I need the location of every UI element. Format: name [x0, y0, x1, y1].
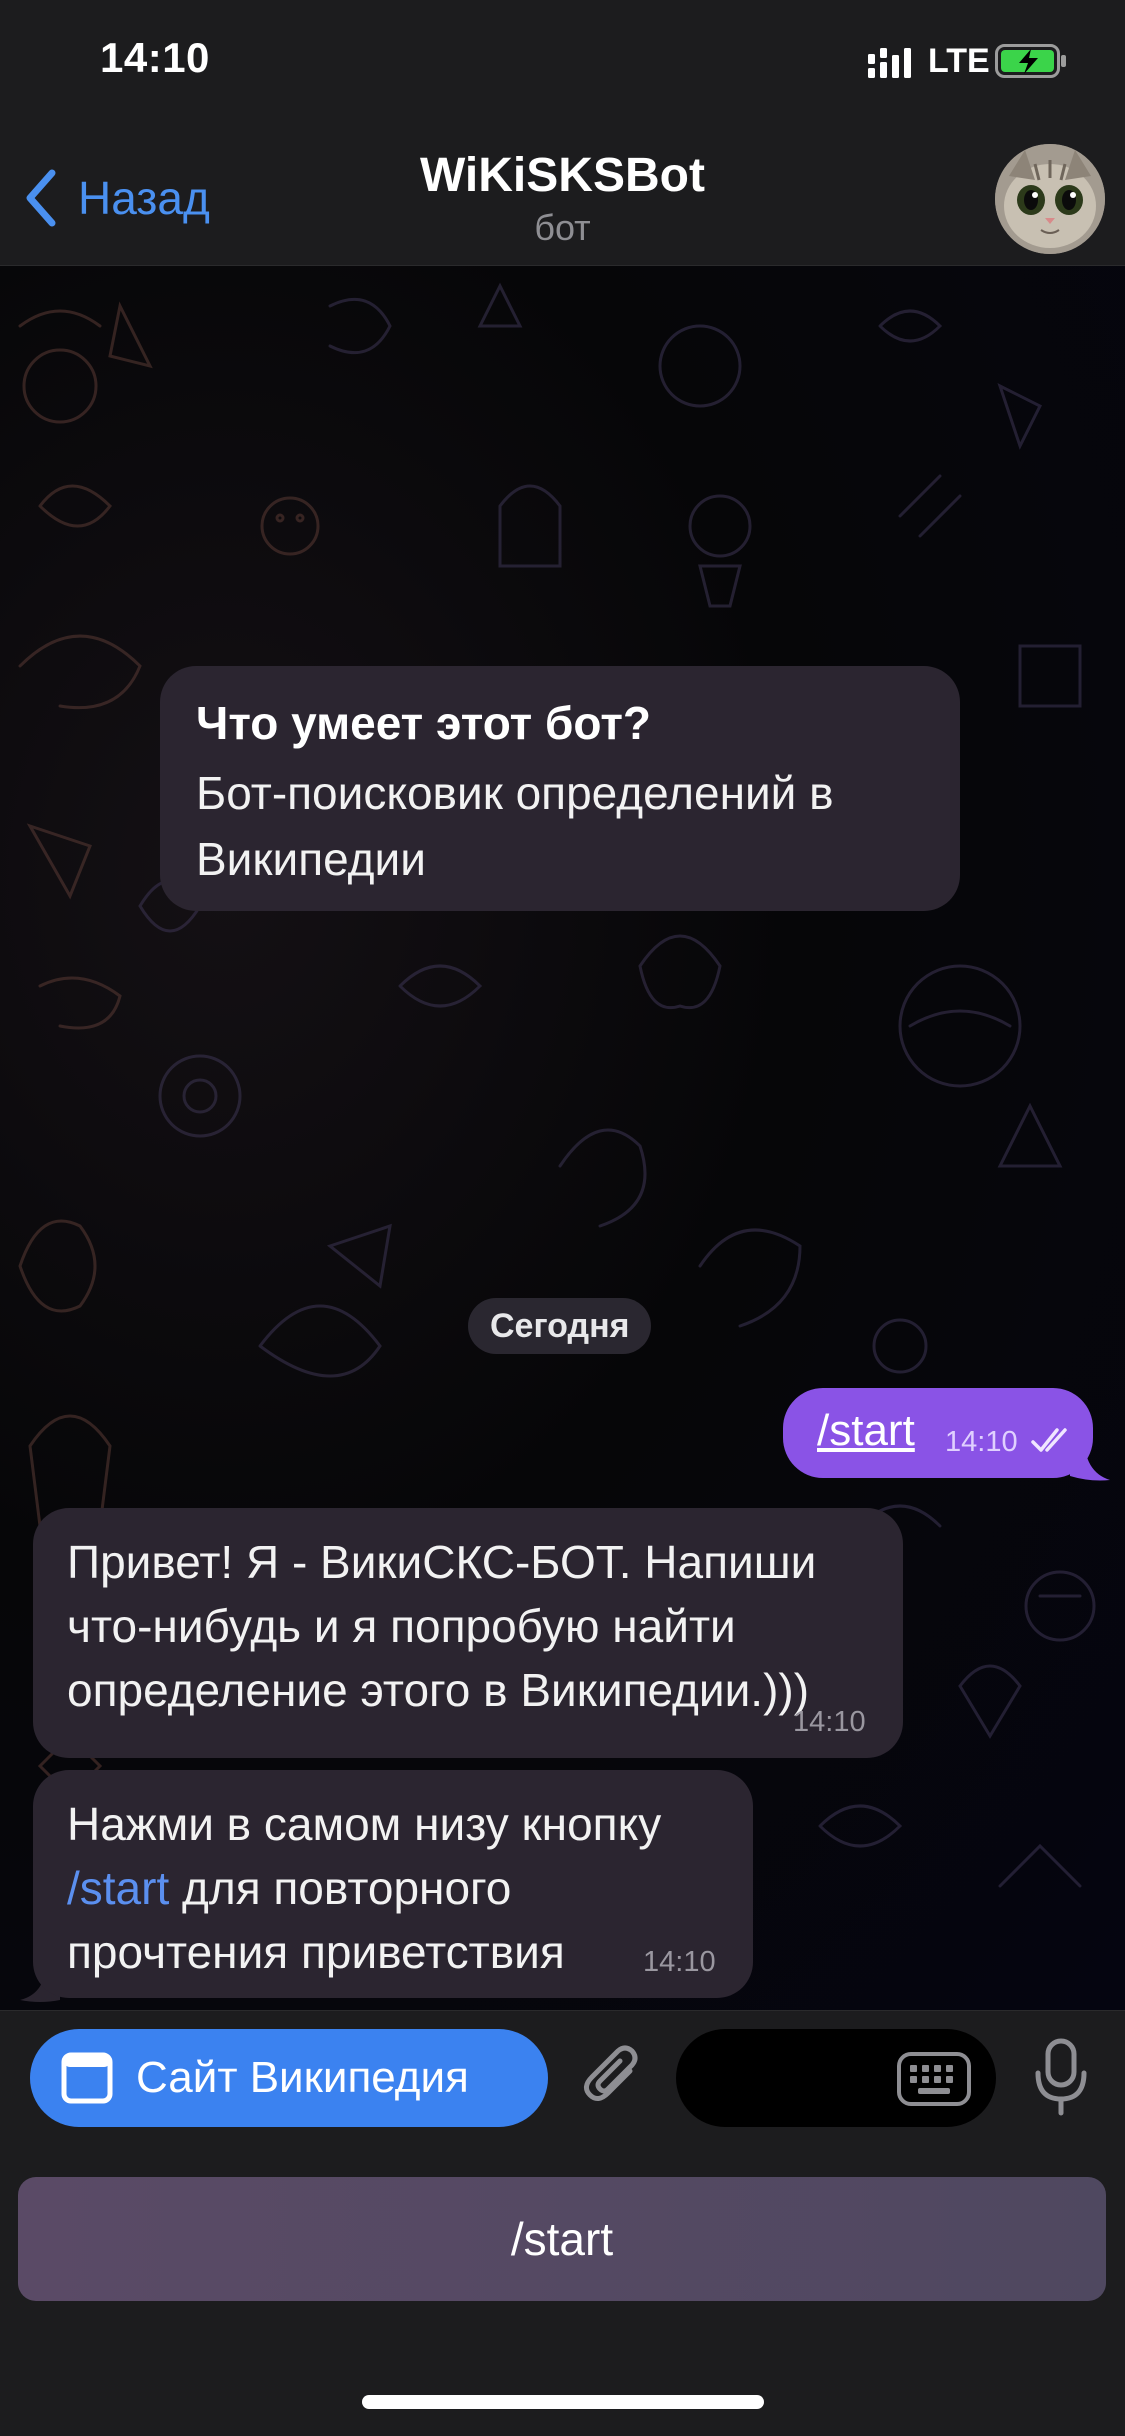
incoming-message[interactable]: Привет! Я - ВикиСКС-БОТ. Напиши что-нибу… — [33, 1508, 903, 1758]
date-separator: Сегодня — [468, 1298, 652, 1354]
incoming-message-text: Привет! Я - ВикиСКС-БОТ. Напиши что-нибу… — [67, 1536, 817, 1716]
message-input[interactable] — [676, 2029, 996, 2127]
cat-avatar-image — [995, 144, 1105, 254]
message-time: 14:10 — [793, 1706, 866, 1738]
chat-subtitle: бот — [534, 207, 591, 248]
chat-title: WiKiSKSBot — [420, 149, 705, 202]
start-command-link[interactable]: /start — [67, 1862, 169, 1914]
message-time: 14:10 — [945, 1426, 1018, 1458]
outgoing-message-text[interactable]: /start — [817, 1406, 915, 1456]
battery-charging-icon — [995, 44, 1066, 78]
navigation-bar: Назад WiKiSKSBot бот — [0, 130, 1125, 266]
signal-icon — [868, 48, 911, 78]
incoming-message-text: Нажми в самом низу кнопку /start для пов… — [67, 1792, 727, 1984]
web-app-menu-label: Сайт Википедия — [136, 2053, 469, 2102]
chat-header[interactable]: WiKiSKSBot бот — [0, 148, 1125, 249]
bot-info-card: Что умеет этот бот? Бот-поисковик опреде… — [160, 666, 960, 911]
message-time: 14:10 — [643, 1946, 716, 1978]
start-keyboard-label: /start — [510, 2213, 614, 2265]
app-window-icon — [61, 2052, 113, 2104]
chat-area[interactable]: Что умеет этот бот? Бот-поисковик опреде… — [0, 266, 1125, 2010]
home-indicator[interactable] — [362, 2395, 764, 2409]
paperclip-icon[interactable] — [578, 2041, 650, 2113]
incoming-message[interactable]: Нажми в самом низу кнопку /start для пов… — [33, 1770, 753, 1998]
status-time: 14:10 — [100, 34, 210, 81]
double-check-icon — [1031, 1428, 1067, 1452]
bot-avatar[interactable] — [995, 144, 1105, 254]
message-input-bar: Сайт Википедия — [0, 2010, 1125, 2145]
status-bar: 14:10 LTE — [0, 0, 1125, 130]
outgoing-message[interactable]: /start 14:10 — [783, 1388, 1093, 1478]
bot-info-description: Бот-поисковик определений в Википедии — [196, 767, 834, 885]
keyboard-icon[interactable] — [896, 2051, 972, 2107]
network-type: LTE — [928, 42, 990, 80]
microphone-icon[interactable] — [1030, 2037, 1092, 2117]
bot-reply-keyboard: /start — [0, 2145, 1125, 2436]
web-app-menu-button[interactable]: Сайт Википедия — [30, 2029, 548, 2127]
message-text-before: Нажми в самом низу кнопку — [67, 1798, 662, 1850]
bot-info-title: Что умеет этот бот? — [196, 697, 651, 749]
start-keyboard-button[interactable]: /start — [18, 2177, 1106, 2301]
